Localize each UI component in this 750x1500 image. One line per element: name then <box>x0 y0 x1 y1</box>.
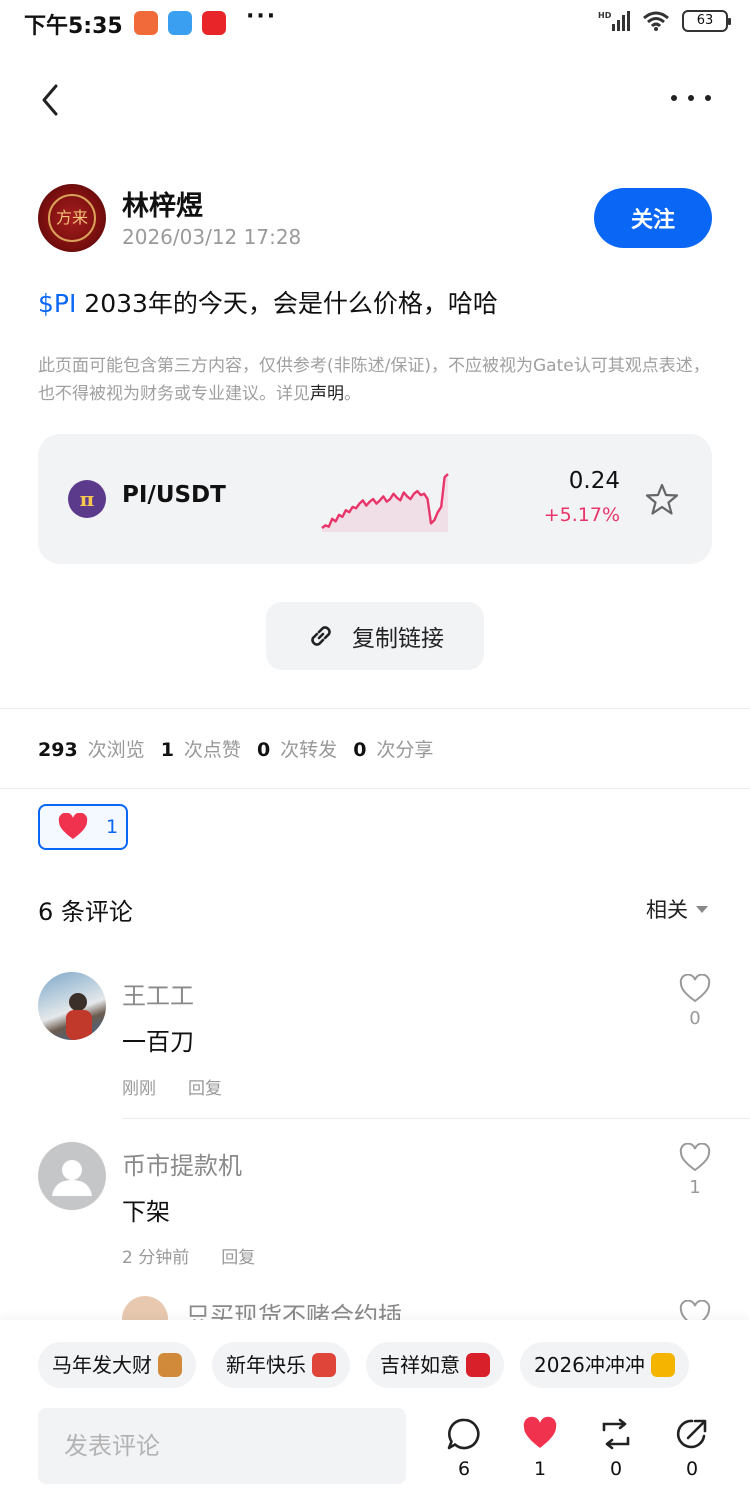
disclaimer-end: 。 <box>344 384 361 404</box>
repost-count: 0 <box>609 1458 623 1480</box>
quick-reply-chip[interactable]: 新年快乐 <box>212 1342 350 1388</box>
comment-like-count: 0 <box>689 1008 701 1029</box>
quick-reply-chip[interactable]: 吉祥如意 <box>366 1342 504 1388</box>
price-sparkline <box>321 473 449 532</box>
reaction-like-pill[interactable]: 1 <box>38 804 128 850</box>
reply-button[interactable]: 回复 <box>221 1243 255 1268</box>
comment-count: 6 <box>457 1458 471 1480</box>
price-change: +5.17% <box>543 504 620 526</box>
stat-likes: 1 次点赞 <box>160 739 241 761</box>
disclaimer: 此页面可能包含第三方内容，仅供参考(非陈述/保证)，不应被视为Gate认可其观点… <box>38 352 718 408</box>
disclaimer-link[interactable]: 声明 <box>310 384 344 404</box>
author-avatar[interactable]: 方来 <box>38 184 106 252</box>
avatar-glyph: 方来 <box>55 208 88 227</box>
ticker-link[interactable]: $PI <box>38 289 76 318</box>
svg-text:HD: HD <box>598 11 612 20</box>
quick-reply-chips: 马年发大财 新年快乐 吉祥如意 2026冲冲冲 <box>38 1342 689 1388</box>
stat-reposts: 0 次转发 <box>256 739 338 761</box>
comment-meta: 刚刚 回复 <box>122 1074 222 1099</box>
comment-bubble-icon <box>447 1418 480 1450</box>
more-dots-icon[interactable] <box>666 86 716 110</box>
sort-dropdown[interactable]: 相关 <box>646 894 708 924</box>
reaction-count: 1 <box>106 816 119 838</box>
chevron-left-icon[interactable] <box>34 80 70 120</box>
repost-action-button[interactable]: 0 <box>586 1416 646 1480</box>
firecracker-emoji-icon <box>312 1353 336 1377</box>
share-action-button[interactable]: 0 <box>662 1416 722 1480</box>
comment-like-count: 1 <box>689 1177 701 1198</box>
comment-time: 刚刚 <box>122 1079 156 1099</box>
more-notifications-icon: ··· <box>246 4 278 29</box>
divider <box>0 788 750 789</box>
post-text: 2033年的今天，会是什么价格，哈哈 <box>76 289 498 318</box>
share-icon <box>676 1419 707 1449</box>
star-icon[interactable] <box>644 482 680 518</box>
disclaimer-text: 此页面可能包含第三方内容，仅供参考(非陈述/保证)，不应被视为Gate认可其观点… <box>38 356 710 404</box>
comment-like-button[interactable]: 1 <box>676 1142 714 1198</box>
comment-time: 2 分钟前 <box>122 1248 190 1268</box>
notification-app-icon <box>202 11 226 35</box>
reply-button[interactable]: 回复 <box>188 1074 222 1099</box>
default-user-icon <box>52 1160 92 1196</box>
stat-shares: 0 次分享 <box>353 739 434 761</box>
quick-reply-chip[interactable]: 2026冲冲冲 <box>520 1342 689 1388</box>
fist-emoji-icon <box>650 1353 675 1377</box>
link-icon <box>311 626 331 646</box>
status-bar: 下午5:35 ··· HD 63 <box>0 0 750 48</box>
commenter-avatar[interactable] <box>38 1142 106 1210</box>
notification-app-icon <box>168 11 192 35</box>
price-value: 0.24 <box>568 468 620 494</box>
post-timestamp: 2026/03/12 17:28 <box>122 225 302 249</box>
like-action-button[interactable]: 1 <box>510 1416 570 1480</box>
copy-link-button[interactable]: 复制链接 <box>266 602 484 670</box>
commenter-name[interactable]: 币市提款机 <box>122 1146 242 1181</box>
commenter-name[interactable]: 王工工 <box>122 976 194 1011</box>
horse-emoji-icon <box>158 1353 182 1377</box>
notification-app-icon <box>134 11 158 35</box>
comment-action-button[interactable]: 6 <box>434 1416 494 1480</box>
status-time: 下午5:35 <box>24 14 123 39</box>
red-envelope-emoji-icon <box>466 1353 490 1377</box>
divider <box>122 1118 750 1119</box>
trading-pair: PI/USDT <box>122 482 226 508</box>
share-count: 0 <box>685 1458 699 1480</box>
heart-icon <box>58 813 88 839</box>
caret-down-icon <box>696 905 708 913</box>
comments-count-title: 6 条评论 <box>38 898 133 926</box>
signal-icon: HD <box>598 11 630 31</box>
quick-reply-chip[interactable]: 马年发大财 <box>38 1342 196 1388</box>
like-count: 1 <box>533 1458 547 1480</box>
comment-like-button[interactable]: 0 <box>676 973 714 1029</box>
divider <box>0 708 750 709</box>
author-name[interactable]: 林梓煜 <box>122 184 203 223</box>
post-stats: 293 次浏览 1 次点赞 0 次转发 0 次分享 <box>38 735 433 762</box>
post-content: $PI 2033年的今天，会是什么价格，哈哈 <box>38 284 498 320</box>
battery-level: 63 <box>696 13 714 28</box>
photo-avatar-icon <box>66 993 92 1040</box>
comment-input[interactable] <box>38 1408 406 1484</box>
heart-outline-icon <box>679 1142 711 1172</box>
pi-coin-icon: π <box>68 480 106 518</box>
bottom-bar: 马年发大财 新年快乐 吉祥如意 2026冲冲冲 6 1 0 0 <box>0 1320 750 1500</box>
sort-label: 相关 <box>646 898 688 922</box>
repost-icon <box>602 1418 630 1450</box>
wifi-icon <box>643 11 669 31</box>
stat-views: 293 次浏览 <box>38 739 145 761</box>
status-icons: HD 63 <box>598 10 731 32</box>
market-card[interactable]: π PI/USDT 0.24 +5.17% <box>38 434 712 564</box>
comment-meta: 2 分钟前 回复 <box>122 1243 255 1268</box>
battery-icon: 63 <box>682 10 731 32</box>
heart-icon <box>523 1416 557 1448</box>
heart-outline-icon <box>679 973 711 1003</box>
comment-body: 下架 <box>122 1198 170 1226</box>
follow-button[interactable]: 关注 <box>594 188 712 248</box>
copy-link-label: 复制链接 <box>352 626 444 652</box>
comment-body: 一百刀 <box>122 1028 194 1056</box>
commenter-avatar[interactable] <box>38 972 106 1040</box>
